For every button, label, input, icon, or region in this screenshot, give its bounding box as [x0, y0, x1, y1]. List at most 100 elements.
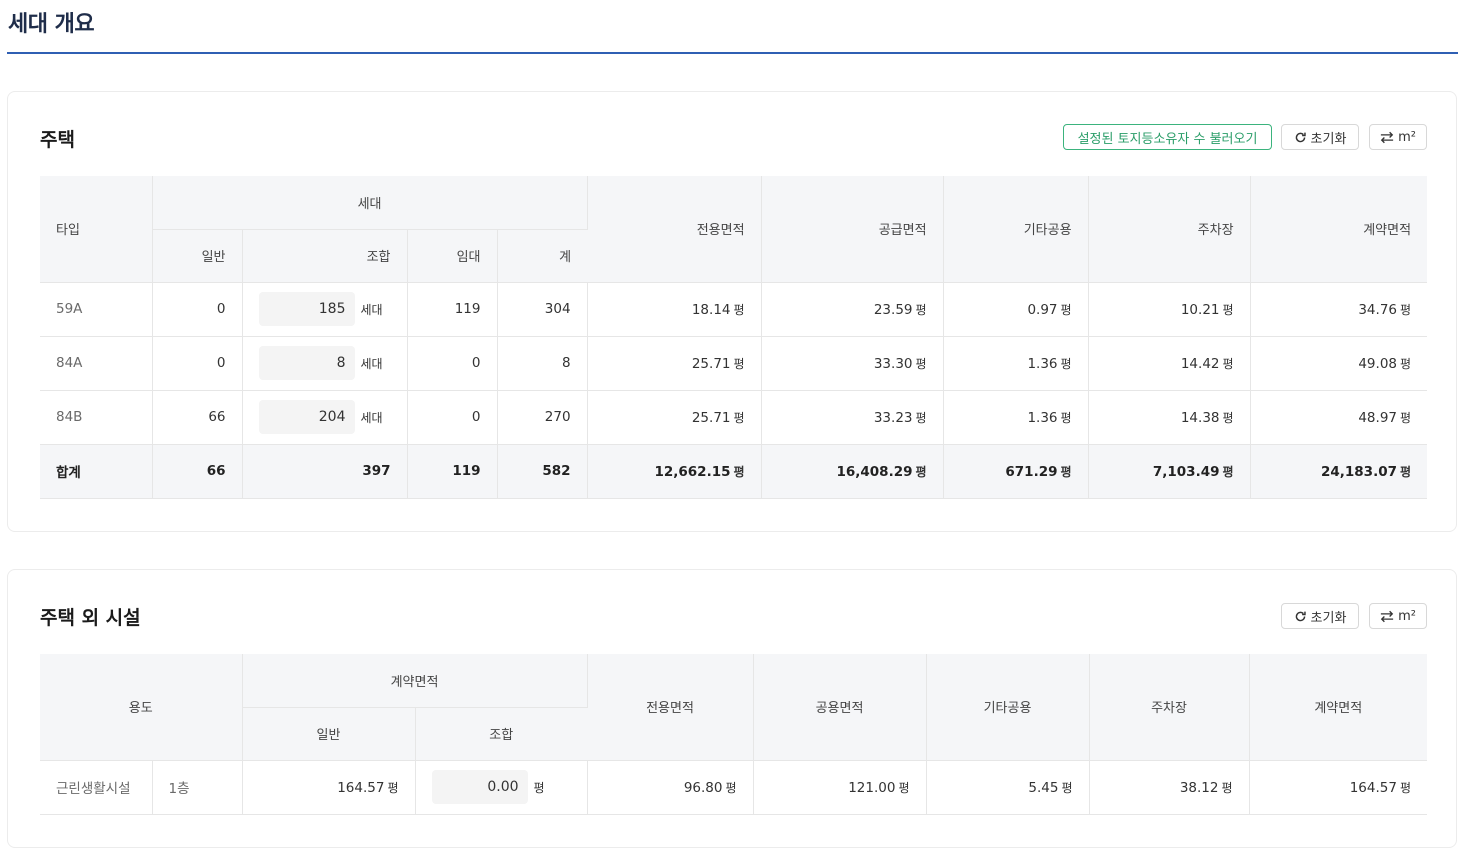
- unit-label: m²: [1398, 129, 1416, 145]
- value: 38.12: [1179, 779, 1219, 796]
- row-floor: 1층: [152, 760, 243, 815]
- area-unit: 평: [915, 356, 927, 371]
- total-other: 671.29 평: [943, 444, 1089, 499]
- area-unit: 평: [1400, 302, 1412, 317]
- area-unit: 평: [533, 780, 545, 795]
- row-supply: 23.59 평: [761, 282, 944, 337]
- total-union: 397: [242, 444, 408, 499]
- value: 10.21: [1180, 301, 1220, 318]
- union-input[interactable]: 204: [258, 400, 355, 434]
- row-other: 0.97 평: [943, 282, 1089, 337]
- row-union-cell: 204 세대: [242, 390, 408, 445]
- row-contract: 49.08 평: [1250, 336, 1428, 391]
- row-other: 1.36 평: [943, 336, 1089, 391]
- value: 33.30: [873, 355, 913, 372]
- row-total: 304: [497, 282, 588, 337]
- row-other: 5.45 평: [926, 760, 1090, 815]
- area-unit: 평: [915, 410, 927, 425]
- area-unit: 평: [915, 302, 927, 317]
- total-contract: 24,183.07 평: [1250, 444, 1428, 499]
- load-owners-button[interactable]: 설정된 토지등소유자 수 불러오기: [1063, 124, 1272, 150]
- area-unit: 평: [898, 780, 910, 795]
- value: 33.23: [873, 409, 913, 426]
- row-exclusive: 96.80 평: [587, 760, 754, 815]
- area-unit: 평: [1400, 464, 1412, 479]
- col-use: 용도: [40, 654, 243, 761]
- value: 164.57: [1349, 779, 1397, 796]
- facilities-title: 주택 외 시설: [40, 607, 141, 629]
- value: 5.45: [1028, 779, 1059, 796]
- value: 7,103.49: [1152, 463, 1220, 480]
- row-common: 121.00 평: [753, 760, 927, 815]
- col-other-common: 기타공용: [926, 654, 1090, 761]
- value: 1.36: [1027, 409, 1058, 426]
- value: 12,662.15: [654, 463, 731, 480]
- row-rental: 0: [407, 336, 498, 391]
- area-unit: 평: [1222, 356, 1234, 371]
- unit-label: m²: [1398, 608, 1416, 624]
- facilities-table: 용도 계약면적 전용면적 공용면적 기타공용 주차장 계약면적 일반 조합 근린…: [40, 654, 1428, 815]
- col-exclusive: 전용면적: [587, 654, 754, 761]
- col-parking: 주차장: [1088, 176, 1251, 283]
- value: 0.97: [1027, 301, 1058, 318]
- col-type: 타입: [40, 176, 153, 283]
- col-contract-group: 계약면적: [242, 654, 588, 708]
- area-unit: 평: [1222, 302, 1234, 317]
- area-unit: 평: [1060, 464, 1072, 479]
- page-title: 세대 개요: [8, 12, 95, 37]
- refresh-icon: [1294, 131, 1307, 144]
- row-exclusive: 25.71 평: [587, 336, 762, 391]
- area-unit: 평: [1222, 410, 1234, 425]
- col-total: 계: [497, 229, 588, 283]
- row-type: 84B: [40, 390, 153, 445]
- unit-toggle-button[interactable]: m²: [1369, 124, 1427, 150]
- reset-button[interactable]: 초기화: [1281, 124, 1359, 150]
- total-exclusive: 12,662.15 평: [587, 444, 762, 499]
- col-supply: 공급면적: [761, 176, 944, 283]
- row-use: 근린생활시설: [40, 760, 153, 815]
- total-total: 582: [497, 444, 588, 499]
- row-contract: 48.97 평: [1250, 390, 1428, 445]
- area-unit: 평: [387, 780, 399, 795]
- col-general: 일반: [242, 707, 416, 761]
- area-unit: 평: [1060, 410, 1072, 425]
- col-union: 조합: [242, 229, 408, 283]
- row-exclusive: 18.14 평: [587, 282, 762, 337]
- value: 14.38: [1180, 409, 1220, 426]
- household-unit: 세대: [360, 302, 383, 317]
- col-other-common: 기타공용: [943, 176, 1089, 283]
- value: 14.42: [1180, 355, 1220, 372]
- facilities-card: 주택 외 시설 초기화 m² 용도 계약면적 전용면적 공용면적 기타공용 주차…: [7, 569, 1457, 848]
- area-unit: 평: [915, 464, 927, 479]
- value: 16,408.29: [836, 463, 913, 480]
- area-unit: 평: [733, 410, 745, 425]
- reset-label: 초기화: [1310, 131, 1347, 147]
- row-parking: 38.12 평: [1089, 760, 1250, 815]
- area-unit: 평: [1400, 356, 1412, 371]
- facilities-unit-toggle-button[interactable]: m²: [1369, 603, 1427, 629]
- value: 25.71: [691, 355, 731, 372]
- total-row: 합계 66 397 119 582 12,662.15 평 16,408.29 평 …: [40, 444, 1428, 499]
- value: 48.97: [1358, 409, 1397, 426]
- col-rental: 임대: [407, 229, 498, 283]
- area-unit: 평: [1222, 464, 1234, 479]
- value: 24,183.07: [1320, 463, 1397, 480]
- row-type: 59A: [40, 282, 153, 337]
- value: 49.08: [1358, 355, 1397, 372]
- table-row: 59A 0 185 세대 119 304 18.14 평 23.59 평 0.97 평 …: [40, 282, 1428, 337]
- total-rental: 119: [407, 444, 498, 499]
- row-rental: 119: [407, 282, 498, 337]
- housing-title: 주택: [40, 129, 75, 151]
- row-other: 1.36 평: [943, 390, 1089, 445]
- row-parking: 10.21 평: [1088, 282, 1251, 337]
- area-unit: 평: [1399, 780, 1412, 795]
- union-input[interactable]: 185: [258, 292, 355, 326]
- area-unit: 평: [1060, 302, 1072, 317]
- facilities-reset-button[interactable]: 초기화: [1281, 603, 1359, 629]
- union-input[interactable]: 8: [258, 346, 355, 380]
- union-area-input[interactable]: 0.00: [431, 770, 528, 804]
- reset-label: 초기화: [1310, 610, 1347, 626]
- row-total: 270: [497, 390, 588, 445]
- col-households: 세대: [152, 176, 588, 230]
- row-general: 0: [152, 282, 243, 337]
